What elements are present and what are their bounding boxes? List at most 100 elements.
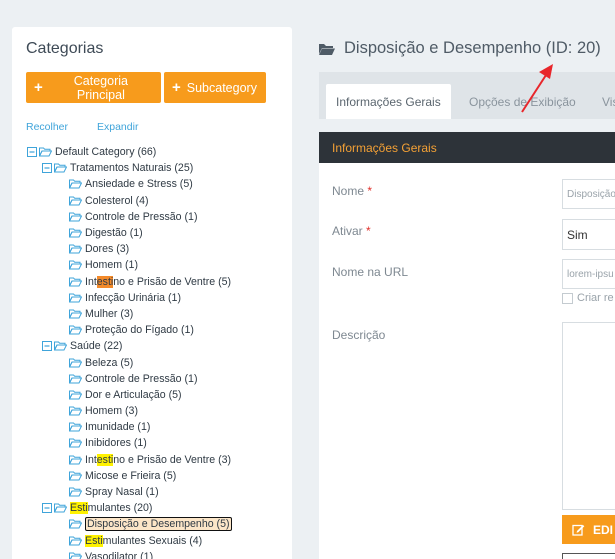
- folder-open-icon: [69, 536, 82, 546]
- tree-item-label: Spray Nasal (1): [85, 486, 159, 499]
- collapse-toggle-icon[interactable]: [41, 163, 52, 174]
- active-select[interactable]: Sim: [562, 219, 615, 250]
- tree-item-label: Inibidores (1): [85, 437, 147, 450]
- tree-item[interactable]: Controle de Pressão (1): [26, 209, 292, 225]
- tree-item[interactable]: Vasodilator (1): [26, 549, 292, 559]
- plus-icon: +: [34, 79, 43, 96]
- tree-item[interactable]: Controle de Pressão (1): [26, 371, 292, 387]
- create-redirect-option[interactable]: Criar re: [562, 292, 614, 304]
- folder-open-icon: [69, 196, 82, 206]
- tree-item-label: Dores (3): [85, 243, 130, 256]
- name-label-text: Nome: [332, 184, 365, 198]
- tree-item[interactable]: Homem (1): [26, 257, 292, 273]
- folder-open-icon: [69, 519, 82, 529]
- tree-item-label: Estimulantes Sexuais (4): [85, 534, 203, 547]
- url-key-label: Nome na URL: [332, 265, 409, 279]
- tree-item[interactable]: Dor e Articulação (5): [26, 387, 292, 403]
- tree-item-label: Micose e Frieira (5): [85, 469, 177, 482]
- tree-item[interactable]: Intestino e Prisão de Ventre (5): [26, 274, 292, 290]
- page-title-text: Disposição e Desempenho (ID: 20): [344, 39, 601, 57]
- tab-general-info[interactable]: Informações Gerais: [326, 84, 451, 119]
- tree-item-label: Homem (1): [85, 259, 138, 272]
- collapse-all-link[interactable]: Recolher: [26, 121, 68, 133]
- name-input[interactable]: Disposição: [562, 179, 615, 209]
- add-root-category-label: Categoria Principal: [73, 73, 128, 102]
- tree-item[interactable]: Disposição e Desempenho (5): [26, 516, 292, 532]
- folder-open-icon: [69, 260, 82, 270]
- folder-open-icon: [69, 552, 82, 559]
- tree-item-label: Intestino e Prisão de Ventre (5): [85, 275, 232, 288]
- tree-item[interactable]: Colesterol (4): [26, 193, 292, 209]
- edit-button[interactable]: EDI: [562, 515, 615, 544]
- url-key-input[interactable]: lorem-ipsu: [562, 259, 615, 289]
- tree-item[interactable]: Mulher (3): [26, 306, 292, 322]
- name-label: Nome *: [332, 184, 372, 198]
- tab-label: Opções de Exibição: [469, 94, 576, 109]
- tree-item[interactable]: Saúde (22): [26, 338, 292, 354]
- tree-item[interactable]: Intestino e Prisão de Ventre (3): [26, 452, 292, 468]
- tab-visibility[interactable]: Vis: [592, 84, 615, 119]
- tree-item[interactable]: Micose e Frieira (5): [26, 468, 292, 484]
- tree-item-label: Digestão (1): [85, 227, 143, 240]
- folder-open-icon: [69, 374, 82, 384]
- tree-item-label: Homem (3): [85, 405, 138, 418]
- tree-item[interactable]: Homem (3): [26, 403, 292, 419]
- add-subcategory-button[interactable]: + Subcategory: [164, 72, 266, 103]
- tree-item-label: Saúde (22): [70, 340, 123, 353]
- tree-item-label: Default Category (66): [55, 146, 157, 159]
- tab-label: Vis: [602, 94, 615, 109]
- tab-label: Informações Gerais: [336, 94, 441, 109]
- folder-open-icon: [69, 293, 82, 303]
- section-header: Informações Gerais: [319, 132, 615, 163]
- collapse-toggle-icon[interactable]: [41, 341, 52, 352]
- tree-item[interactable]: Tratamentos Naturais (25): [26, 160, 292, 176]
- folder-open-icon: [319, 43, 335, 55]
- folder-open-icon: [69, 455, 82, 465]
- folder-open-icon: [69, 390, 82, 400]
- tree-item[interactable]: Digestão (1): [26, 225, 292, 241]
- tree-item-label: Controle de Pressão (1): [85, 210, 198, 223]
- create-redirect-label: Criar re: [577, 292, 614, 304]
- description-label: Descrição: [332, 328, 386, 342]
- tree-item[interactable]: Proteção do Fígado (1): [26, 322, 292, 338]
- tree-item[interactable]: Imunidade (1): [26, 419, 292, 435]
- add-subcategory-label: Subcategory: [186, 80, 257, 95]
- tree-item[interactable]: Infecção Urinária (1): [26, 290, 292, 306]
- create-redirect-checkbox[interactable]: [562, 292, 573, 304]
- tree-item[interactable]: Dores (3): [26, 241, 292, 257]
- tree-item[interactable]: Default Category (66): [26, 144, 292, 160]
- active-label: Ativar *: [332, 224, 371, 238]
- tree-item[interactable]: Estimulantes (20): [26, 500, 292, 516]
- tree-item-label: Estimulantes (20): [70, 502, 153, 515]
- tree-item[interactable]: Inibidores (1): [26, 435, 292, 451]
- collapse-toggle-icon[interactable]: [26, 147, 37, 158]
- tree-item-label: Imunidade (1): [85, 421, 151, 434]
- edit-icon: [572, 524, 585, 536]
- expand-all-link[interactable]: Expandir: [97, 121, 138, 133]
- edit-button-label: EDI: [593, 522, 614, 537]
- panel-title: Categorias: [26, 40, 104, 57]
- tree-item-label: Infecção Urinária (1): [85, 291, 181, 304]
- required-mark: *: [367, 184, 373, 198]
- tree-item[interactable]: Ansiedade e Stress (5): [26, 176, 292, 192]
- plus-icon: +: [172, 79, 181, 96]
- folder-open-icon: [69, 244, 82, 254]
- folder-open-icon: [69, 212, 82, 222]
- folder-open-icon: [69, 277, 82, 287]
- add-root-category-button[interactable]: + Categoria Principal: [26, 72, 161, 103]
- tab-display-options[interactable]: Opções de Exibição: [459, 84, 586, 119]
- tree-item-label: Beleza (5): [85, 356, 134, 369]
- tree-item-label: Proteção do Fígado (1): [85, 324, 194, 337]
- folder-open-icon: [39, 147, 52, 157]
- collapse-toggle-icon[interactable]: [41, 503, 52, 514]
- tabs-bar: Informações Gerais Opções de Exibição Vi…: [319, 72, 615, 119]
- folder-open-icon: [69, 309, 82, 319]
- folder-open-icon: [69, 471, 82, 481]
- folder-open-icon: [69, 438, 82, 448]
- description-textarea[interactable]: [562, 322, 615, 510]
- tree-item[interactable]: Beleza (5): [26, 354, 292, 370]
- folder-open-icon: [54, 503, 67, 513]
- folder-open-icon: [69, 487, 82, 497]
- tree-item[interactable]: Estimulantes Sexuais (4): [26, 533, 292, 549]
- tree-item[interactable]: Spray Nasal (1): [26, 484, 292, 500]
